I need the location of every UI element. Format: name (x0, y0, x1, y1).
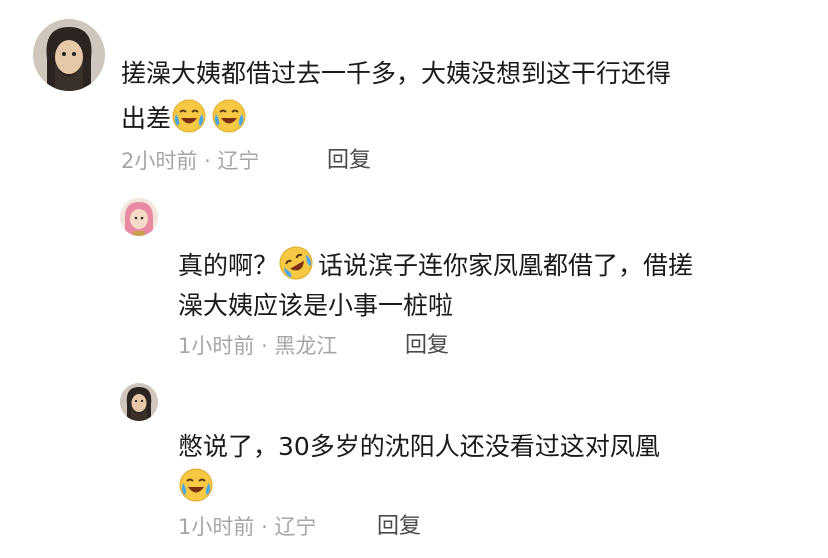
separator-dot: · (261, 334, 268, 358)
bearded-man-avatar-icon (120, 383, 158, 421)
location: 黑龙江 (274, 334, 338, 358)
comment-meta: 1小时前 · 黑龙江 (178, 331, 337, 361)
laugh-cry-emoji-icon (211, 98, 247, 134)
avatar[interactable] (120, 383, 158, 421)
separator-dot: · (261, 515, 268, 539)
reply-button[interactable]: 回复 (377, 512, 421, 542)
comment-meta: 2小时前 · 辽宁 (121, 146, 259, 176)
laugh-cry-emoji-icon (171, 98, 207, 134)
reply-button[interactable]: 回复 (327, 146, 371, 176)
comment-text: 搓澡大姨都借过去一千多，大姨没想到这干行还得 (121, 52, 671, 96)
avatar[interactable] (33, 19, 105, 91)
comment-text: 憋说了，30多岁的沈阳人还没看过这对凤凰 (178, 425, 660, 469)
bearded-man-avatar-icon (33, 19, 105, 91)
timestamp: 2小时前 (121, 149, 198, 173)
comment-line: 澡大姨应该是小事一桩啦 (178, 291, 454, 320)
comment-line: 话说滨子连你家凤凰都借了，借搓 (318, 251, 694, 280)
separator-dot: · (204, 149, 211, 173)
comment-meta: 1小时前 · 辽宁 (178, 512, 316, 542)
comment-line: 出差 (121, 104, 172, 133)
comment-line: 真的啊？ (178, 251, 279, 280)
reply-button[interactable]: 回复 (405, 331, 449, 361)
avatar[interactable] (120, 198, 158, 236)
timestamp: 1小时前 (178, 334, 255, 358)
comment-line: 搓澡大姨都借过去一千多，大姨没想到这干行还得 (121, 59, 672, 88)
comment-text: 出差 (121, 97, 251, 141)
rofl-emoji-icon (278, 245, 314, 281)
timestamp: 1小时前 (178, 515, 255, 539)
comment-text: 真的啊？ 话说滨子连你家凤凰都借了，借搓 (178, 244, 693, 288)
laugh-cry-emoji-icon (178, 467, 214, 503)
location: 辽宁 (217, 149, 260, 173)
comment-text (178, 466, 218, 510)
pink-hair-girl-avatar-icon (120, 198, 158, 236)
location: 辽宁 (274, 515, 317, 539)
comment-text: 澡大姨应该是小事一桩啦 (178, 284, 453, 328)
comment-line: 憋说了，30多岁的沈阳人还没看过这对凤凰 (178, 432, 660, 461)
